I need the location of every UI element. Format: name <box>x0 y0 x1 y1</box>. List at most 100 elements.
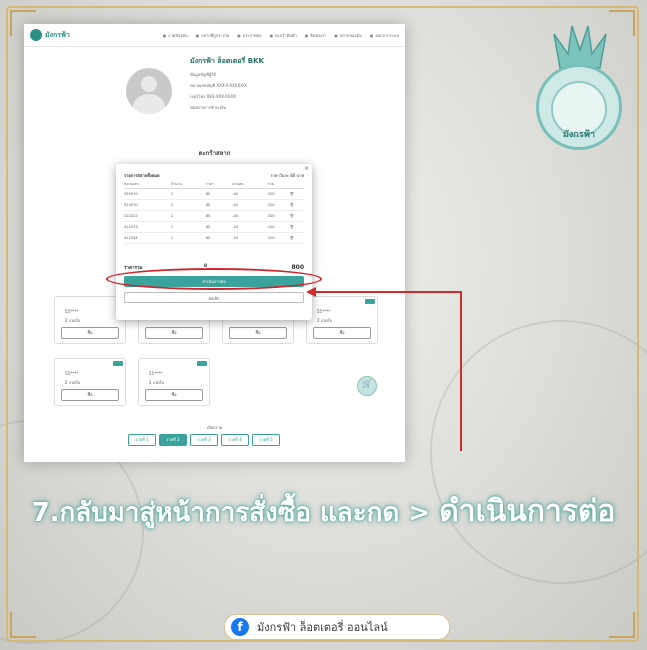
facebook-icon: f <box>231 618 249 636</box>
ticket-total: 200 <box>267 210 290 222</box>
brand-name: มังกรฟ้า <box>45 30 70 39</box>
cart-modal: × รายการสลากทั้งหมด ราคาใบละ 80 บาท หมาย… <box>106 164 322 320</box>
pager-item[interactable]: งวดที่ 2 <box>159 434 187 446</box>
cart-icon[interactable] <box>357 376 377 396</box>
brand-logo: มังกรฟ้า <box>530 24 630 184</box>
cancel-button[interactable]: ยกเลิก <box>124 292 304 303</box>
top-navbar: มังกรฟ้า งวดปัจจุบัน สลากที่ถูกรางวัล ปร… <box>24 24 405 47</box>
nav-links: งวดปัจจุบัน สลากที่ถูกรางวัล ประกาศผล ตะ… <box>155 32 399 39</box>
nav-link[interactable]: ประกาศผล <box>237 32 262 39</box>
ticket-discount: -20 <box>232 232 268 244</box>
nav-link[interactable]: สลากของฉัน <box>334 32 362 39</box>
table-row: 524070 2 80 -40 200 🗑 <box>124 199 304 211</box>
card-number: 55**** <box>65 309 79 314</box>
arrow-line <box>460 291 462 451</box>
card-qty: 2 งวดใบ <box>149 380 165 385</box>
pager-item[interactable]: งวดที่ 1 <box>128 434 156 446</box>
ticket-qty: 2 <box>170 188 206 200</box>
ticket-number: 222222 <box>124 210 171 222</box>
brand-icon <box>30 29 42 41</box>
card-number: 55**** <box>317 309 331 314</box>
ticket-total: 100 <box>267 221 290 233</box>
footer-badge: f มังกรฟ้า ล็อตเตอรี่ ออนไลน์ <box>224 614 450 640</box>
profile-line: เบอร์โทร 083-XXX-XXXX <box>190 94 236 99</box>
logo-badge: มังกรฟ้า <box>536 64 622 150</box>
tutorial-poster: มังกรฟ้า มังกรฟ้า งวดปัจจุบัน สลากที่ถูก… <box>0 0 647 650</box>
trash-icon[interactable]: 🗑 <box>289 221 304 233</box>
table-header-row: หมายเลข จำนวน ราคา ส่วนลด รวม <box>124 180 304 189</box>
ticket-price: 80 <box>205 210 233 222</box>
total-price: 800 <box>291 264 304 271</box>
avatar-body <box>133 94 165 114</box>
ticket-discount: -40 <box>232 199 268 211</box>
profile-info: มังกรฟ้า ล็อตเตอรี่ BKK ข้อมูลบัญชีผู้ใช… <box>190 56 390 111</box>
step-caption: 7.กลับมาสู่หน้าการสั่งซื้อ และกด > ดำเนิ… <box>0 488 647 535</box>
card-qty: 2 งวดใบ <box>317 318 333 323</box>
modal-unit-price: ราคาใบละ 80 บาท <box>270 173 304 178</box>
table-row: 255070 2 80 -40 200 🗑 <box>124 188 304 200</box>
pager-item[interactable]: งวดที่ 5 <box>252 434 280 446</box>
ticket-price: 80 <box>205 199 233 211</box>
caption-highlight: ดำเนินการต่อ <box>439 494 616 529</box>
ticket-discount: -40 <box>232 210 268 222</box>
table-row: 412573 1 80 -20 100 🗑 <box>124 221 304 233</box>
ticket-qty: 1 <box>170 221 206 233</box>
section-title: ตะกร้าสลาก <box>198 150 231 157</box>
buy-button[interactable]: ซื้อ <box>61 389 119 401</box>
trash-icon[interactable]: 🗑 <box>289 199 304 211</box>
ticket-total: 100 <box>267 232 290 244</box>
modal-header: รายการสลากทั้งหมด <box>124 173 160 178</box>
avatar-head <box>141 76 157 92</box>
profile-section: มังกรฟ้า ล็อตเตอรี่ BKK ข้อมูลบัญชีผู้ใช… <box>24 46 405 146</box>
card-qty: 2 งวดใบ <box>65 380 81 385</box>
nav-link[interactable]: งวดปัจจุบัน <box>163 32 187 39</box>
site-brand[interactable]: มังกรฟ้า <box>30 29 70 41</box>
cart-table: หมายเลข จำนวน ราคา ส่วนลด รวม 255070 2 8… <box>124 180 304 244</box>
footer-text: มังกรฟ้า ล็อตเตอรี่ ออนไลน์ <box>257 621 388 634</box>
column-header: หมายเลข <box>124 180 171 189</box>
card-badge <box>365 299 375 304</box>
ticket-number: 412344 <box>124 232 171 244</box>
pager-item[interactable]: งวดที่ 4 <box>221 434 249 446</box>
profile-title: มังกรฟ้า ล็อตเตอรี่ BKK <box>190 57 264 65</box>
arrow-head-icon <box>306 287 316 297</box>
column-header: จำนวน <box>170 180 206 189</box>
highlight-ellipse <box>106 268 322 290</box>
column-header <box>289 180 304 189</box>
column-header: ราคา <box>205 180 233 189</box>
trash-icon[interactable]: 🗑 <box>289 188 304 200</box>
card-number: 55**** <box>149 371 163 376</box>
ticket-price: 80 <box>205 188 233 200</box>
ticket-qty: 1 <box>170 232 206 244</box>
close-icon[interactable]: × <box>304 165 309 172</box>
ticket-qty: 2 <box>170 210 206 222</box>
nav-link[interactable]: สลากที่ถูกรางวัล <box>196 32 229 39</box>
card-badge <box>197 361 207 366</box>
avatar <box>126 68 172 114</box>
ticket-number: 255070 <box>124 188 171 200</box>
pager-item[interactable]: งวดที่ 3 <box>190 434 218 446</box>
buy-button[interactable]: ซื้อ <box>61 327 119 339</box>
buy-button[interactable]: ซื้อ <box>313 327 371 339</box>
pager-title: เลือกงวด <box>206 425 223 430</box>
website-screenshot: มังกรฟ้า งวดปัจจุบัน สลากที่ถูกรางวัล ปร… <box>24 24 405 462</box>
ticket-number: 524070 <box>124 199 171 211</box>
frame-corner <box>10 612 36 638</box>
buy-button[interactable]: ซื้อ <box>145 389 203 401</box>
ticket-total: 200 <box>267 188 290 200</box>
nav-link[interactable]: ออกจากระบบ <box>370 32 399 39</box>
nav-link[interactable]: ติดต่อเรา <box>305 32 326 39</box>
trash-icon[interactable]: 🗑 <box>289 210 304 222</box>
ticket-number: 412573 <box>124 221 171 233</box>
ticket-discount: -40 <box>232 188 268 200</box>
nav-link[interactable]: ตะกร้าสินค้า <box>270 32 297 39</box>
ticket-price: 80 <box>205 221 233 233</box>
column-header: ส่วนลด <box>232 180 268 189</box>
buy-button[interactable]: ซื้อ <box>229 327 287 339</box>
card-qty: 2 งวดใบ <box>65 318 81 323</box>
logo-name: มังกรฟ้า <box>562 130 596 140</box>
ticket-qty: 2 <box>170 199 206 211</box>
trash-icon[interactable]: 🗑 <box>289 232 304 244</box>
buy-button[interactable]: ซื้อ <box>145 327 203 339</box>
ticket-discount: -20 <box>232 221 268 233</box>
